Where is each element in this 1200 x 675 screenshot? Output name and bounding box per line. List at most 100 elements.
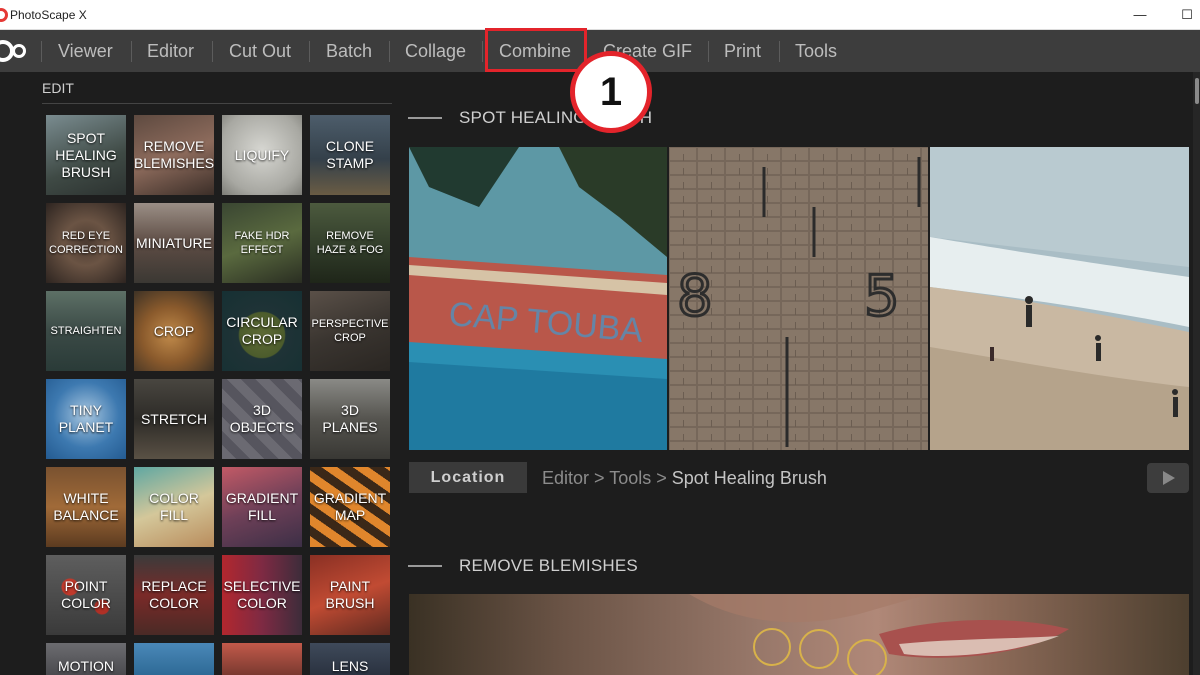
minimize-button[interactable]: — <box>1129 4 1151 26</box>
tool-label: COLOR FILL <box>149 490 199 523</box>
breadcrumb: Editor > Tools > Spot Healing Brush <box>542 468 827 489</box>
tool-label: REMOVE HAZE & FOG <box>316 230 384 256</box>
tool-label: POINT COLOR <box>61 578 111 611</box>
tool-motion[interactable]: MOTION <box>46 643 126 675</box>
tool-label: 3D OBJECTS <box>229 402 295 435</box>
boat-photo-graphic: CAP TOUBA <box>409 147 667 450</box>
breadcrumb-separator: > <box>651 468 672 488</box>
tool-tiny-planet[interactable]: TINY PLANET <box>46 379 126 459</box>
menu-divider <box>779 41 780 62</box>
play-video-icon[interactable] <box>1147 463 1189 493</box>
tool-label: MINIATURE <box>136 234 212 251</box>
scrollbar-thumb[interactable] <box>1195 78 1199 104</box>
edit-section-divider <box>42 103 392 104</box>
app-logo-icon <box>0 8 8 22</box>
breadcrumb-current: Spot Healing Brush <box>671 468 827 488</box>
tool-label: SPOT HEALING BRUSH <box>55 129 117 180</box>
tool-remove-blemishes[interactable]: REMOVE BLEMISHES <box>134 115 214 195</box>
menu-divider <box>708 41 709 62</box>
tool-label: CROP <box>153 322 195 339</box>
tool-label: FAKE HDR EFFECT <box>234 230 290 256</box>
breadcrumb-tools: Tools <box>609 468 652 488</box>
combine-highlight-box <box>485 28 587 72</box>
window-title: PhotoScape X <box>10 8 87 22</box>
tool-spot-healing-brush[interactable]: SPOT HEALING BRUSH <box>46 115 126 195</box>
title-bar: PhotoScape X — ☐ <box>0 0 1200 30</box>
menu-divider <box>389 41 390 62</box>
tool-color-fill[interactable]: COLOR FILL <box>134 467 214 547</box>
tool-label: LENS <box>331 658 369 674</box>
edit-section-label: EDIT <box>42 80 74 96</box>
tool-fake-hdr-effect[interactable]: FAKE HDR EFFECT <box>222 203 302 283</box>
menu-divider <box>212 41 213 62</box>
tool-gradient-fill[interactable]: GRADIENT FILL <box>222 467 302 547</box>
tool-label: MOTION <box>58 658 114 674</box>
tool-perspective-crop[interactable]: PERSPECTIVE CROP <box>310 291 390 371</box>
tool-liquify[interactable]: LIQUIFY <box>222 115 302 195</box>
menu-viewer[interactable]: Viewer <box>58 30 113 72</box>
menu-divider <box>41 41 42 62</box>
tool-red-eye-correction[interactable]: RED EYE CORRECTION <box>46 203 126 283</box>
tool-gradient-map[interactable]: GRADIENT MAP <box>310 467 390 547</box>
vertical-scrollbar[interactable] <box>1193 72 1200 675</box>
section-title-remove-blemishes: REMOVE BLEMISHES <box>459 556 638 575</box>
tool-row6-c[interactable] <box>222 643 302 675</box>
tool-point-color[interactable]: POINT COLOR <box>46 555 126 635</box>
tool-label: 3D PLANES <box>322 402 378 435</box>
preview-image-face <box>409 594 1189 675</box>
preview-image-brick-wall: 8 5 <box>669 147 928 450</box>
tool-circular-crop[interactable]: CIRCULAR CROP <box>222 291 302 371</box>
tool-label: CIRCULAR CROP <box>226 314 298 347</box>
tool-lens[interactable]: LENS <box>310 643 390 675</box>
preview-image-boat: CAP TOUBA <box>409 147 667 450</box>
tool-label: WHITE BALANCE <box>53 490 119 523</box>
section-dash <box>408 565 442 567</box>
step-number-callout: 1 <box>570 51 652 133</box>
menu-print[interactable]: Print <box>724 30 761 72</box>
tool-label: GRADIENT FILL <box>225 490 299 523</box>
face-photo-graphic <box>689 594 1069 675</box>
tool-white-balance[interactable]: WHITE BALANCE <box>46 467 126 547</box>
menu-editor[interactable]: Editor <box>147 30 194 72</box>
tool-label: SELECTIVE COLOR <box>223 578 301 611</box>
tool-crop[interactable]: CROP <box>134 291 214 371</box>
tool-label: REPLACE COLOR <box>141 578 207 611</box>
tool-clone-stamp[interactable]: CLONE STAMP <box>310 115 390 195</box>
tool-label: PERSPECTIVE CROP <box>311 318 389 344</box>
maximize-button[interactable]: ☐ <box>1176 4 1198 26</box>
tool-miniature[interactable]: MINIATURE <box>134 203 214 283</box>
breadcrumb-separator: > <box>589 468 610 488</box>
tool-selective-color[interactable]: SELECTIVE COLOR <box>222 555 302 635</box>
menu-collage[interactable]: Collage <box>405 30 466 72</box>
tool-paint-brush[interactable]: PAINT BRUSH <box>310 555 390 635</box>
tool-label: GRADIENT MAP <box>313 490 387 523</box>
menu-tools[interactable]: Tools <box>795 30 837 72</box>
wall-number-right: 5 <box>864 264 900 329</box>
menu-cut-out[interactable]: Cut Out <box>229 30 291 72</box>
tool-label: CLONE STAMP <box>325 138 375 171</box>
menu-divider <box>309 41 310 62</box>
tool-label: RED EYE CORRECTION <box>49 230 123 256</box>
section-dash <box>408 117 442 119</box>
tool-label: PAINT BRUSH <box>325 578 375 611</box>
photoscape-logo-icon[interactable] <box>0 40 26 62</box>
tool-straighten[interactable]: STRAIGHTEN <box>46 291 126 371</box>
tool-3d-planes[interactable]: 3D PLANES <box>310 379 390 459</box>
brick-wall-graphic: 8 5 <box>669 147 928 450</box>
tool-label: STRETCH <box>140 410 208 427</box>
tool-label: TINY PLANET <box>58 402 114 435</box>
wall-number-left: 8 <box>677 264 713 329</box>
tool-row6-b[interactable] <box>134 643 214 675</box>
location-button[interactable]: Location <box>409 462 527 493</box>
tool-replace-color[interactable]: REPLACE COLOR <box>134 555 214 635</box>
tool-stretch[interactable]: STRETCH <box>134 379 214 459</box>
tool-label: LIQUIFY <box>234 146 290 163</box>
tool-label: STRAIGHTEN <box>50 325 122 337</box>
tool-3d-objects[interactable]: 3D OBJECTS <box>222 379 302 459</box>
menu-batch[interactable]: Batch <box>326 30 372 72</box>
tool-remove-haze-fog[interactable]: REMOVE HAZE & FOG <box>310 203 390 283</box>
menu-divider <box>131 41 132 62</box>
beach-photo-graphic <box>930 147 1189 450</box>
menu-divider <box>482 41 483 62</box>
tool-label: REMOVE BLEMISHES <box>134 138 214 171</box>
